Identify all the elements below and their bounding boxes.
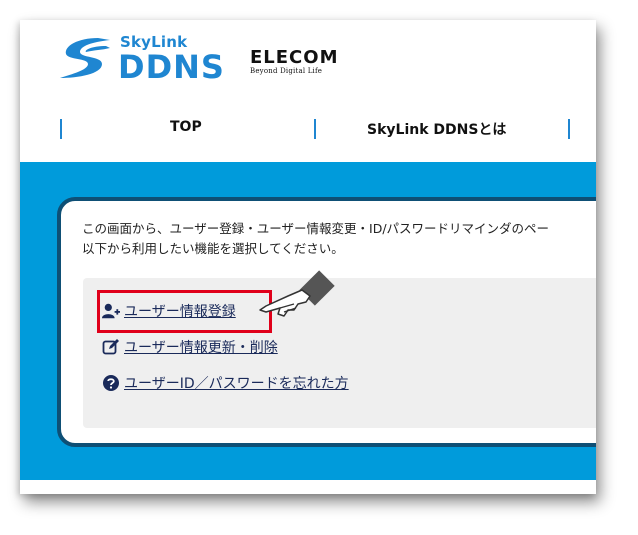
nav-separator bbox=[314, 119, 316, 139]
intro-text: この画面から、ユーザー登録・ユーザー情報変更・ID/パスワードリマインダのペー … bbox=[82, 219, 549, 259]
swoosh-icon bbox=[60, 38, 110, 78]
elecom-tagline: Beyond Digital Life bbox=[250, 67, 323, 75]
edit-icon bbox=[102, 339, 119, 355]
pointing-hand-icon bbox=[259, 270, 335, 317]
nav-item-top[interactable]: TOP bbox=[170, 119, 202, 135]
main-nav: TOP SkyLink DDNSとは bbox=[20, 117, 596, 141]
intro-line-2: 以下から利用したい機能を選択してください。 bbox=[82, 241, 344, 256]
logo-ddns-text: DDNS bbox=[118, 48, 225, 86]
elecom-logo[interactable]: ELECOM Beyond Digital Life bbox=[250, 47, 339, 75]
nav-item-about[interactable]: SkyLink DDNSとは bbox=[367, 119, 506, 139]
user-update-label: ユーザー情報更新・削除 bbox=[124, 340, 278, 356]
skylink-ddns-logo[interactable]: SkyLink DDNS bbox=[58, 30, 224, 90]
intro-line-1: この画面から、ユーザー登録・ユーザー情報変更・ID/パスワードリマインダのペー bbox=[82, 221, 550, 236]
question-icon bbox=[103, 375, 119, 391]
highlight-box bbox=[97, 290, 272, 333]
nav-separator bbox=[568, 119, 570, 139]
forgot-password-label: ユーザーID／パスワードを忘れた方 bbox=[124, 376, 349, 392]
forgot-password-link[interactable]: ユーザーID／パスワードを忘れた方 bbox=[102, 373, 349, 393]
elecom-name: ELECOM bbox=[250, 47, 339, 68]
user-update-link[interactable]: ユーザー情報更新・削除 bbox=[102, 337, 278, 357]
screenshot-frame: SkyLink DDNS ELECOM Beyond Digital Life … bbox=[20, 20, 596, 494]
nav-separator bbox=[60, 119, 62, 139]
